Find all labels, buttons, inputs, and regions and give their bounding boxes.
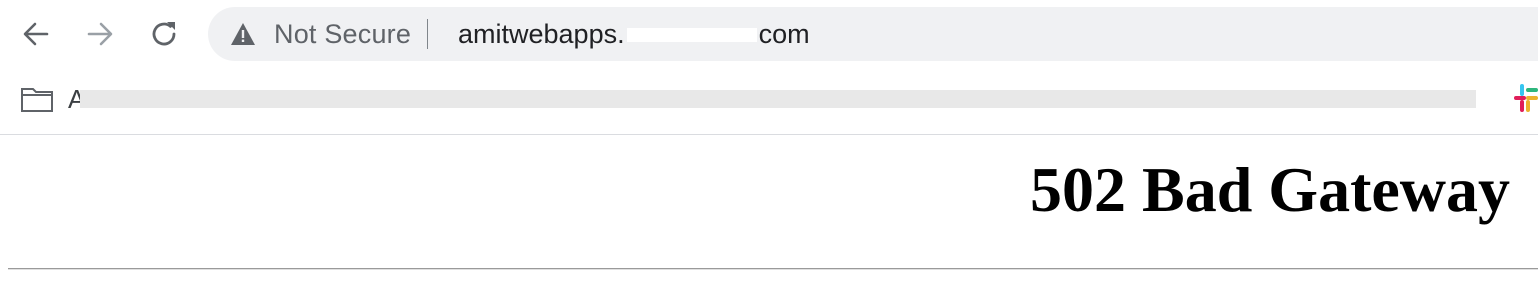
reload-button[interactable] bbox=[144, 14, 184, 54]
bookmarks-bar: A bbox=[0, 68, 1538, 134]
url-prefix: amitwebapps. bbox=[458, 18, 625, 49]
url-text[interactable]: amitwebapps. com bbox=[458, 7, 810, 61]
folder-icon[interactable] bbox=[20, 85, 54, 113]
slack-icon[interactable] bbox=[1512, 82, 1538, 114]
warning-triangle-icon bbox=[231, 23, 255, 45]
reload-icon bbox=[152, 22, 176, 46]
arrow-left-icon bbox=[23, 22, 49, 46]
page-content: 502 Bad Gateway bbox=[0, 135, 1538, 300]
back-button[interactable] bbox=[16, 14, 56, 54]
bookmarks-redaction bbox=[80, 90, 1476, 108]
url-suffix: com bbox=[758, 18, 810, 49]
address-bar[interactable]: Not Secure amitwebapps. com bbox=[208, 7, 1538, 61]
security-label: Not Secure bbox=[274, 18, 412, 49]
browser-toolbar: Not Secure amitwebapps. com bbox=[0, 0, 1538, 68]
url-redaction bbox=[626, 28, 757, 42]
forward-button[interactable] bbox=[80, 14, 120, 54]
horizontal-rule bbox=[8, 268, 1538, 270]
error-title: 502 Bad Gateway bbox=[1030, 154, 1510, 225]
arrow-right-icon bbox=[87, 22, 113, 46]
chip-divider bbox=[427, 19, 429, 49]
security-chip[interactable]: Not Secure bbox=[230, 7, 429, 61]
